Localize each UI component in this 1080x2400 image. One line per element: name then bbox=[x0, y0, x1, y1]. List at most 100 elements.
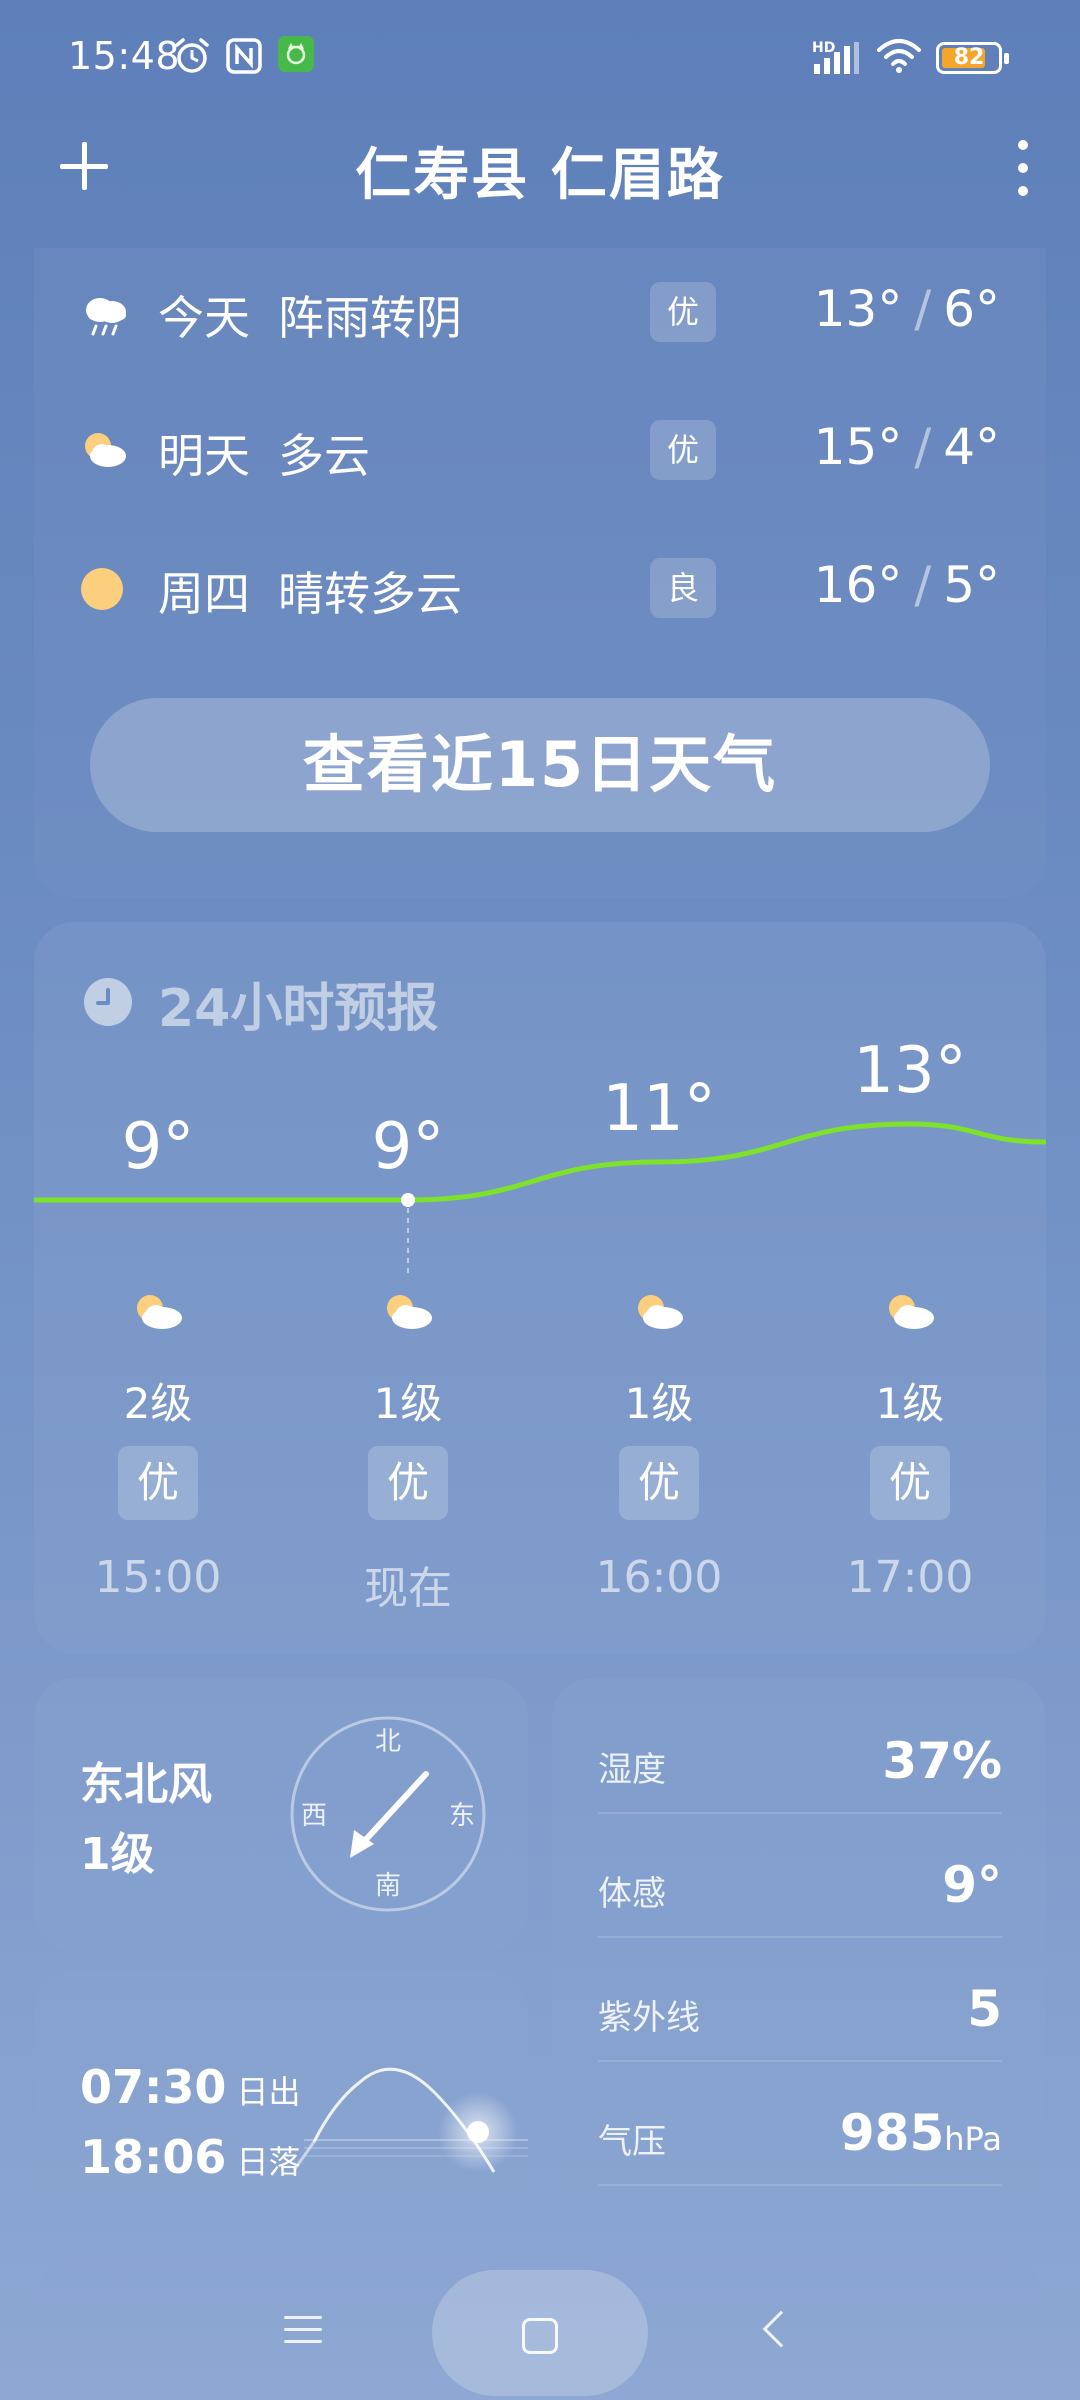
hourly-wind-level: 1级 bbox=[624, 1379, 694, 1428]
detail-value: 37% bbox=[882, 1732, 1002, 1790]
partly-cloudy-icon bbox=[387, 1295, 432, 1329]
detail-label: 气压 bbox=[598, 2122, 666, 2162]
hourly-temp: 9° bbox=[371, 1110, 445, 1184]
app-notification-icon bbox=[278, 36, 314, 72]
hourly-wind-level: 1级 bbox=[373, 1379, 443, 1428]
temp-separator: / bbox=[914, 556, 932, 614]
forecast-low: 5° bbox=[943, 556, 1000, 614]
partly-cloudy-icon bbox=[638, 1295, 683, 1329]
navigation-bar bbox=[0, 2250, 1080, 2400]
signal-icon bbox=[814, 42, 859, 74]
home-icon[interactable] bbox=[522, 2318, 558, 2354]
forecast-row[interactable]: 今天 阵雨转阴 优 13°/6° bbox=[34, 268, 1046, 358]
compass-south: 南 bbox=[375, 1871, 401, 1901]
wifi-icon bbox=[877, 39, 921, 73]
forecast-temp-range: 15°/4° bbox=[814, 418, 1000, 476]
hourly-aqi-wrapper: 优 bbox=[810, 1446, 1010, 1520]
detail-number: 9° bbox=[942, 1856, 1002, 1914]
hourly-temp: 9° bbox=[121, 1110, 195, 1184]
app-header: 仁寿县 仁眉路 bbox=[0, 110, 1080, 230]
detail-unit: hPa bbox=[944, 2120, 1002, 2158]
aqi-badge: 优 bbox=[619, 1446, 699, 1520]
view-15-day-button[interactable]: 查看近15日天气 bbox=[90, 698, 990, 832]
detail-number: 37% bbox=[882, 1732, 1002, 1790]
battery-level: 82 bbox=[953, 45, 985, 70]
detail-label: 湿度 bbox=[598, 1750, 666, 1790]
battery-icon: 82 bbox=[936, 42, 1009, 74]
compass-icon: 北 南 东 西 bbox=[290, 1716, 486, 1912]
status-bar: 15:48 HD 82 bbox=[0, 0, 1080, 110]
hourly-wind-level: 2级 bbox=[123, 1379, 193, 1428]
detail-number: 5 bbox=[967, 1980, 1002, 2038]
weather-details-card[interactable]: 湿度 37% 体感 9° 紫外线 5 气压 985hPa bbox=[552, 1678, 1046, 2238]
alarm-icon bbox=[175, 38, 209, 73]
forecast-temp-range: 16°/5° bbox=[814, 556, 1000, 614]
sun-icon bbox=[81, 568, 123, 610]
temp-separator: / bbox=[914, 280, 932, 338]
forecast-row[interactable]: 周四 晴转多云 良 16°/5° bbox=[34, 544, 1046, 634]
compass-west: 西 bbox=[301, 1801, 327, 1831]
partly-cloudy-icon bbox=[137, 1295, 182, 1329]
now-marker-dot bbox=[401, 1193, 415, 1207]
partly-cloudy-icon bbox=[889, 1295, 934, 1329]
hourly-time: 16:00 bbox=[595, 1552, 723, 1603]
detail-row-humidity: 湿度 37% bbox=[598, 1702, 1002, 1814]
location-title[interactable]: 仁寿县 仁眉路 bbox=[0, 130, 1080, 211]
hourly-aqi-wrapper: 优 bbox=[58, 1446, 258, 1520]
detail-row-uv: 紫外线 5 bbox=[598, 1950, 1002, 2062]
hourly-time: 现在 bbox=[364, 1563, 452, 1614]
hourly-temp: 13° bbox=[853, 1034, 967, 1108]
sunset-time: 18:06 bbox=[80, 2130, 227, 2184]
forecast-condition: 阵雨转阴 bbox=[278, 291, 462, 345]
forecast-condition: 晴转多云 bbox=[278, 567, 462, 621]
aqi-badge: 优 bbox=[368, 1446, 448, 1520]
hourly-temp-chart bbox=[34, 1121, 1046, 1278]
detail-label: 体感 bbox=[598, 1874, 666, 1914]
compass-east: 东 bbox=[449, 1801, 475, 1831]
aqi-badge: 优 bbox=[118, 1446, 198, 1520]
wind-level: 1级 bbox=[80, 1829, 155, 1880]
nfc-icon bbox=[226, 38, 262, 74]
detail-value: 9° bbox=[942, 1856, 1002, 1914]
forecast-day: 周四 bbox=[158, 567, 250, 621]
wind-card[interactable]: 东北风 1级 北 南 东 西 bbox=[34, 1678, 528, 1950]
hourly-forecast-card[interactable]: 24小时预报 9° 2级优 15:00 9° 1级优现在 11° 1级优 16:00 13° 1级… bbox=[34, 922, 1046, 1654]
hourly-time: 17:00 bbox=[846, 1552, 974, 1603]
forecast-high: 16° bbox=[813, 556, 903, 614]
menu-icon[interactable] bbox=[284, 2314, 322, 2346]
wind-direction: 东北风 bbox=[80, 1759, 212, 1810]
sunrise-sunset-card[interactable]: 07:30 日出 18:06 日落 bbox=[34, 1972, 528, 2238]
rain-cloud-icon bbox=[86, 298, 126, 336]
hourly-time: 15:00 bbox=[94, 1552, 222, 1603]
more-vert-icon[interactable] bbox=[1004, 136, 1040, 200]
aqi-badge: 优 bbox=[870, 1446, 950, 1520]
forecast-temp-range: 13°/6° bbox=[814, 280, 1000, 338]
hourly-wind-level: 1级 bbox=[875, 1379, 945, 1428]
aqi-badge: 优 bbox=[650, 282, 716, 342]
forecast-high: 15° bbox=[813, 418, 903, 476]
hourly-aqi-wrapper: 优 bbox=[308, 1446, 508, 1520]
hourly-aqi-wrapper: 优 bbox=[559, 1446, 759, 1520]
forecast-low: 6° bbox=[943, 280, 1000, 338]
daily-forecast-card: 今天 阵雨转阴 优 13°/6° 明天 多云 优 15°/4° 周四 晴转多云 … bbox=[34, 248, 1046, 898]
sun-arc-icon bbox=[292, 2067, 528, 2173]
partly-cloudy-icon bbox=[85, 433, 126, 467]
status-time: 15:48 bbox=[68, 34, 181, 78]
forecast-day: 今天 bbox=[158, 291, 250, 345]
forecast-high: 13° bbox=[813, 280, 903, 338]
back-icon[interactable] bbox=[762, 2310, 800, 2348]
compass-north: 北 bbox=[375, 1727, 401, 1757]
forecast-day: 明天 bbox=[158, 429, 250, 483]
detail-label: 紫外线 bbox=[598, 1998, 700, 2038]
detail-row-feels-like: 体感 9° bbox=[598, 1826, 1002, 1938]
forecast-row[interactable]: 明天 多云 优 15°/4° bbox=[34, 406, 1046, 496]
forecast-condition: 多云 bbox=[278, 429, 370, 483]
forecast-low: 4° bbox=[943, 418, 1000, 476]
temp-separator: / bbox=[914, 418, 932, 476]
aqi-badge: 良 bbox=[650, 558, 716, 618]
detail-value: 985hPa bbox=[840, 2104, 1002, 2162]
detail-row-pressure: 气压 985hPa bbox=[598, 2074, 1002, 2186]
detail-number: 985 bbox=[839, 2104, 945, 2162]
aqi-badge: 优 bbox=[650, 420, 716, 480]
hourly-temp: 11° bbox=[602, 1072, 716, 1146]
